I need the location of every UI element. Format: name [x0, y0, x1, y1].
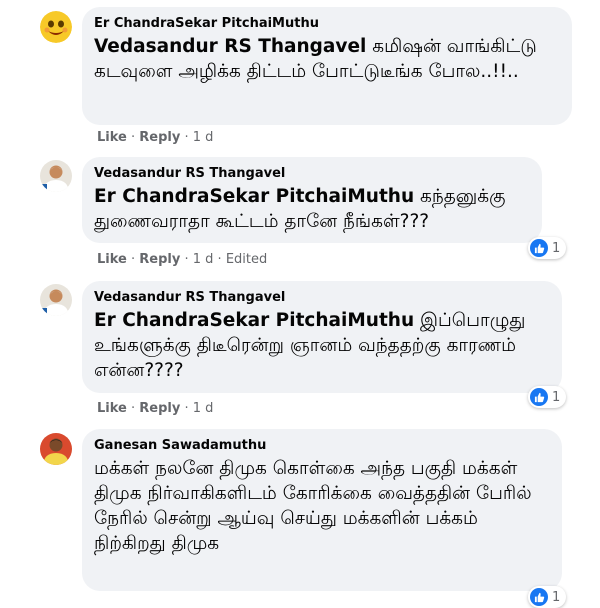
person-avatar-icon	[40, 160, 72, 192]
reply-action[interactable]: Reply	[139, 252, 180, 267]
comment-text: Er ChandraSekar PitchaiMuthu கந்தனுக்கு …	[94, 184, 530, 234]
comment-author[interactable]: Vedasandur RS Thangavel	[94, 165, 530, 183]
commenter-avatar[interactable]	[40, 160, 72, 192]
like-reaction-icon	[530, 588, 548, 606]
reply-action[interactable]: Reply	[139, 401, 180, 416]
like-reaction-icon	[530, 388, 548, 406]
reaction-summary[interactable]: 1	[528, 237, 567, 259]
mention-link[interactable]: Vedasandur RS Thangavel	[94, 36, 366, 57]
like-action[interactable]: Like	[97, 130, 127, 145]
comment-bubble: Vedasandur RS Thangavel Er ChandraSekar …	[82, 281, 562, 393]
comment-bubble: Er ChandraSekar PitchaiMuthu Vedasandur …	[82, 7, 572, 125]
comment-time[interactable]: 1 d	[193, 130, 214, 145]
like-action[interactable]: Like	[97, 252, 127, 267]
reaction-count: 1	[552, 389, 561, 405]
mention-link[interactable]: Er ChandraSekar PitchaiMuthu	[94, 310, 414, 331]
edited-label: Edited	[225, 252, 268, 267]
person-avatar-icon	[40, 284, 72, 316]
reaction-summary[interactable]: 1	[528, 586, 567, 608]
comment-body: மக்கள் நலனே திமுக கொள்கை அந்த பகுதி மக்க…	[94, 458, 532, 554]
comment-actions: Like · Reply · 1 d	[97, 130, 214, 145]
comment-time[interactable]: 1 d	[193, 401, 214, 416]
like-action[interactable]: Like	[97, 401, 127, 416]
reaction-count: 1	[552, 240, 561, 256]
emoji-avatar-icon	[40, 11, 72, 43]
comment-author[interactable]: Vedasandur RS Thangavel	[94, 289, 550, 307]
reaction-summary[interactable]: 1	[528, 386, 567, 408]
comment-actions: Like · Reply · 1 d	[97, 401, 214, 416]
commenter-avatar[interactable]	[40, 433, 72, 465]
comment-text: மக்கள் நலனே திமுக கொள்கை அந்த பகுதி மக்க…	[94, 456, 550, 556]
comment-bubble: Ganesan Sawadamuthu மக்கள் நலனே திமுக கொ…	[82, 429, 562, 591]
comment-text: Vedasandur RS Thangavel கமிஷன் வாங்கிட்ட…	[94, 34, 560, 84]
comment-bubble: Vedasandur RS Thangavel Er ChandraSekar …	[82, 157, 542, 243]
comment-time[interactable]: 1 d	[193, 252, 214, 267]
comment-text: Er ChandraSekar PitchaiMuthu இப்பொழுது உ…	[94, 308, 550, 383]
comment-author[interactable]: Ganesan Sawadamuthu	[94, 437, 550, 455]
person-avatar-icon	[40, 433, 72, 465]
mention-link[interactable]: Er ChandraSekar PitchaiMuthu	[94, 186, 414, 207]
commenter-avatar[interactable]	[40, 284, 72, 316]
comment-author[interactable]: Er ChandraSekar PitchaiMuthu	[94, 15, 560, 33]
reply-action[interactable]: Reply	[139, 130, 180, 145]
like-reaction-icon	[530, 239, 548, 257]
comment-actions: Like · Reply · 1 d · Edited	[97, 252, 268, 267]
commenter-avatar[interactable]	[40, 11, 72, 43]
reaction-count: 1	[552, 589, 561, 605]
